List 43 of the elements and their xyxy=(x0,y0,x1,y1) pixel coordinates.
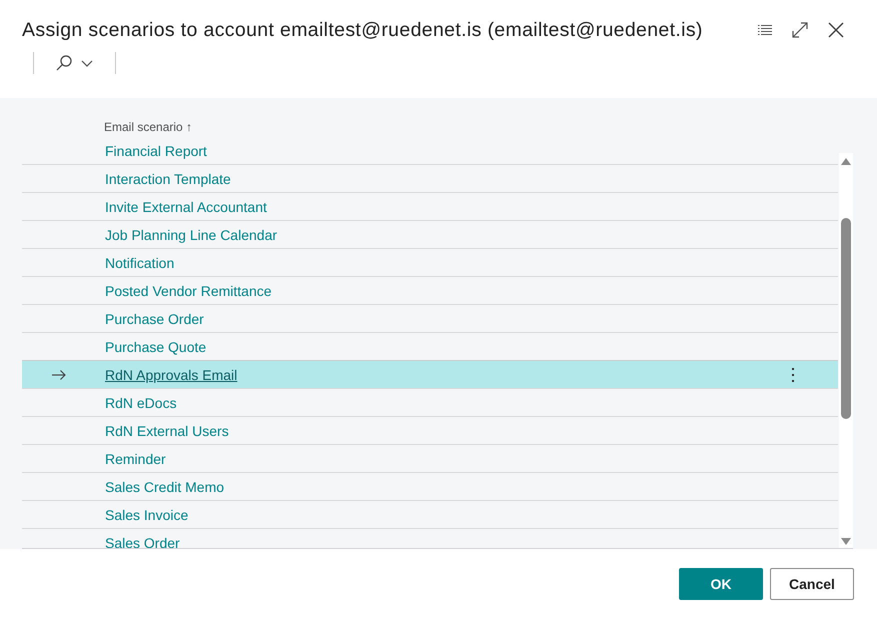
scenario-link[interactable]: Posted Vendor Remittance xyxy=(105,282,272,298)
table-row[interactable]: RdN Approvals Email xyxy=(22,360,838,389)
close-icon[interactable] xyxy=(828,22,844,38)
scenario-link[interactable]: Job Planning Line Calendar xyxy=(105,226,278,242)
scenario-link[interactable]: Sales Credit Memo xyxy=(105,478,224,494)
table-row[interactable]: Reminder xyxy=(22,445,838,473)
list-icon[interactable] xyxy=(758,25,772,35)
chevron-down-icon xyxy=(81,60,93,66)
table-row[interactable]: RdN External Users xyxy=(22,417,838,445)
table-row[interactable]: Posted Vendor Remittance xyxy=(22,277,838,305)
search-icon xyxy=(56,55,72,71)
scenario-link[interactable]: Purchase Order xyxy=(105,310,204,326)
scenario-link[interactable]: RdN Approvals Email xyxy=(105,366,238,382)
scenario-link[interactable]: Invite External Accountant xyxy=(105,198,267,214)
scenario-link[interactable]: Reminder xyxy=(105,450,166,466)
arrow-right-icon xyxy=(52,370,66,380)
scenario-link[interactable]: RdN External Users xyxy=(105,422,229,438)
scroll-up-icon[interactable] xyxy=(841,158,851,165)
table-row[interactable]: Job Planning Line Calendar xyxy=(22,221,838,249)
table-row[interactable]: RdN eDocs xyxy=(22,389,838,417)
table-row[interactable]: Financial Report xyxy=(22,137,838,165)
scenario-link[interactable]: Notification xyxy=(105,254,174,270)
scenario-link[interactable]: Sales Invoice xyxy=(105,506,188,522)
expand-icon[interactable] xyxy=(792,22,808,38)
scenario-link[interactable]: Purchase Quote xyxy=(105,338,206,354)
scenario-link[interactable]: Interaction Template xyxy=(105,170,231,186)
scrollbar[interactable] xyxy=(839,153,853,548)
scenario-link[interactable]: Sales Order xyxy=(105,534,180,548)
table-row[interactable]: Purchase Order xyxy=(22,305,838,333)
table-row[interactable]: Sales Order xyxy=(22,529,838,548)
dialog-title: Assign scenarios to account emailtest@ruedenet.is (emailtest@ruedenet.is) xyxy=(22,18,704,42)
scenario-link[interactable]: RdN eDocs xyxy=(105,394,177,410)
scroll-down-icon[interactable] xyxy=(841,538,851,545)
ok-button[interactable]: OK xyxy=(679,568,763,600)
table-row[interactable]: Sales Invoice xyxy=(22,501,838,529)
table-row[interactable]: Invite External Accountant xyxy=(22,193,838,221)
scrollbar-thumb[interactable] xyxy=(841,218,851,419)
column-header[interactable]: Email scenario ↑ xyxy=(104,120,192,134)
table-row[interactable]: Notification xyxy=(22,249,838,277)
cancel-button[interactable]: Cancel xyxy=(770,568,854,600)
table-row[interactable]: Sales Credit Memo xyxy=(22,473,838,501)
table-row[interactable]: Interaction Template xyxy=(22,165,838,193)
scenario-link[interactable]: Financial Report xyxy=(105,142,207,158)
